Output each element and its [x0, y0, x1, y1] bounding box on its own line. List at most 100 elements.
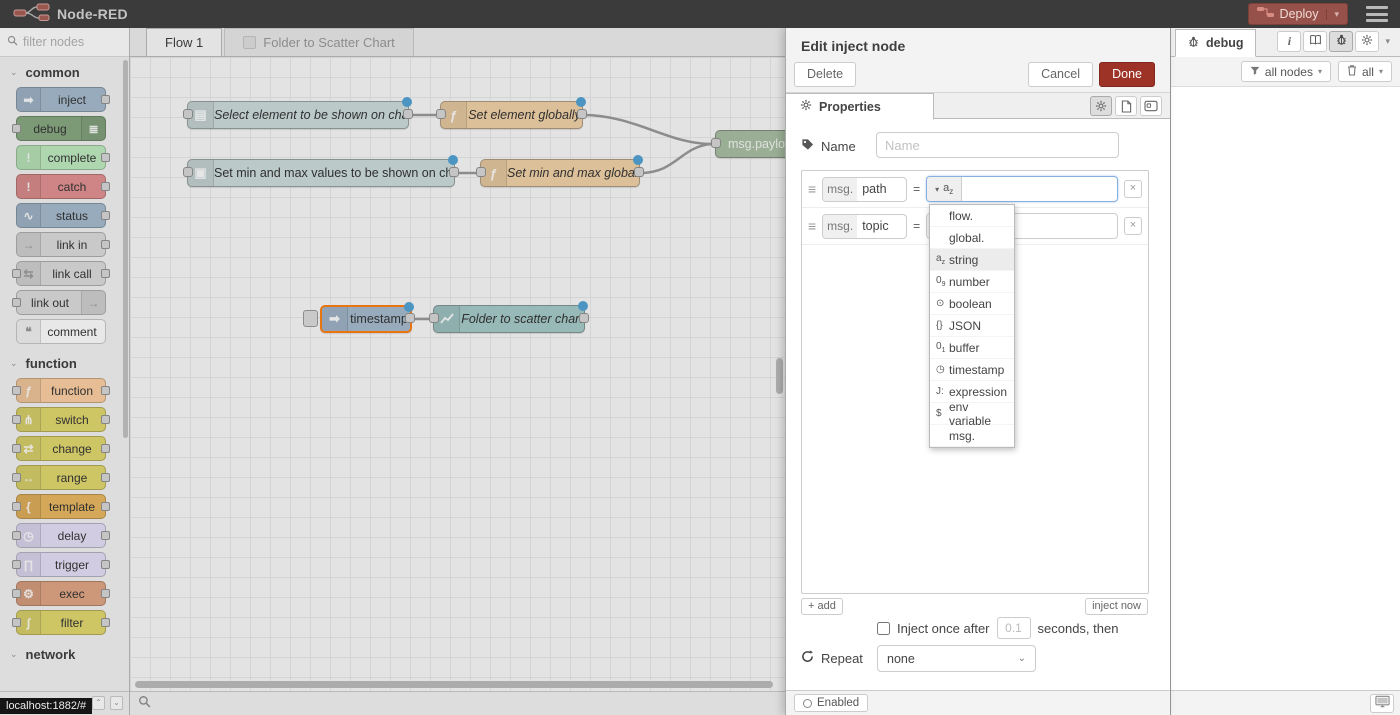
settings-tab-button[interactable] [1355, 31, 1379, 52]
node-port-right[interactable] [101, 444, 110, 453]
node-port-right[interactable] [403, 109, 413, 119]
node-port-right[interactable] [101, 560, 110, 569]
tab-properties[interactable]: Properties [786, 93, 934, 120]
node-port-right[interactable] [101, 182, 110, 191]
inject-button[interactable] [303, 310, 318, 327]
debug-filter-button[interactable]: all nodes ▾ [1241, 61, 1331, 82]
node-port-left[interactable] [12, 531, 21, 540]
node-port-left[interactable] [12, 386, 21, 395]
palette-filter-input[interactable] [23, 35, 122, 49]
drag-handle-icon[interactable]: ≡ [808, 181, 816, 197]
node-port-left[interactable] [711, 138, 721, 148]
palette-node-trigger[interactable]: ∏trigger [16, 552, 106, 577]
deploy-button[interactable]: Deploy ▾ [1248, 3, 1348, 25]
palette-node-range[interactable]: ↔range [16, 465, 106, 490]
remove-row-button[interactable]: × [1124, 180, 1142, 198]
main-menu-button[interactable] [1366, 6, 1388, 22]
palette-node-switch[interactable]: ⋔switch [16, 407, 106, 432]
node-port-left[interactable] [12, 618, 21, 627]
node-port-left[interactable] [12, 589, 21, 598]
flow-node-folder-to-scatter-chart[interactable]: Folder to scatter chart [433, 305, 585, 333]
canvas-horizontal-scrollbar[interactable] [135, 681, 773, 688]
description-view-button[interactable] [1115, 96, 1137, 116]
node-port-left[interactable] [12, 502, 21, 511]
palette-scrollbar[interactable] [123, 60, 128, 438]
name-input[interactable] [876, 132, 1119, 158]
palette-node-filter[interactable]: ∫filter [16, 610, 106, 635]
type-option-timestamp[interactable]: ◷timestamp [930, 359, 1014, 381]
node-port-right[interactable] [101, 211, 110, 220]
properties-view-button[interactable] [1090, 96, 1112, 116]
drag-handle-icon[interactable]: ≡ [808, 218, 816, 234]
flow-node-timestamp[interactable]: ➡timestamp [320, 305, 412, 333]
type-option-number[interactable]: 09number [930, 271, 1014, 293]
flow-node-select-element[interactable]: ▤Select element to be shown on charts [187, 101, 409, 129]
node-port-right[interactable] [101, 386, 110, 395]
node-port-right[interactable] [101, 269, 110, 278]
palette-node-comment[interactable]: ❝comment [16, 319, 106, 344]
node-port-left[interactable] [183, 109, 193, 119]
deploy-options-caret-icon[interactable]: ▾ [1326, 9, 1339, 20]
node-port-left[interactable] [436, 109, 446, 119]
payload-value-input[interactable] [962, 177, 1117, 201]
node-port-right[interactable] [579, 313, 589, 323]
type-option-string[interactable]: azstring [930, 249, 1014, 271]
prop-key-field[interactable]: msg. topic [822, 214, 907, 239]
canvas-vertical-scrollbar[interactable] [776, 358, 783, 394]
node-port-right[interactable] [101, 95, 110, 104]
type-option-boolean[interactable]: ⊙boolean [930, 293, 1014, 315]
open-window-button[interactable] [1370, 694, 1394, 713]
debug-clear-button[interactable]: all ▾ [1338, 61, 1392, 82]
node-port-left[interactable] [12, 269, 21, 278]
delete-button[interactable]: Delete [794, 62, 856, 87]
palette-node-status[interactable]: ∿status [16, 203, 106, 228]
node-enabled-toggle[interactable]: Enabled [794, 694, 868, 712]
node-port-left[interactable] [12, 298, 21, 307]
node-port-right[interactable] [101, 531, 110, 540]
type-option-global[interactable]: global. [930, 227, 1014, 249]
inject-once-checkbox[interactable] [877, 622, 890, 635]
node-port-left[interactable] [12, 415, 21, 424]
palette-node-delay[interactable]: ◷delay [16, 523, 106, 548]
node-port-right[interactable] [101, 502, 110, 511]
palette-node-link-call[interactable]: ⇆link call [16, 261, 106, 286]
type-option-flow[interactable]: flow. [930, 205, 1014, 227]
sidebar-menu-caret-icon[interactable]: ▾ [1381, 36, 1394, 47]
node-port-right[interactable] [634, 167, 644, 177]
node-port-left[interactable] [12, 560, 21, 569]
cancel-button[interactable]: Cancel [1028, 62, 1093, 87]
node-port-right[interactable] [101, 240, 110, 249]
type-option-buffer[interactable]: 01buffer [930, 337, 1014, 359]
tab-debug[interactable]: debug [1175, 29, 1256, 57]
palette-node-link-in[interactable]: →link in [16, 232, 106, 257]
node-port-left[interactable] [183, 167, 193, 177]
expand-all-button[interactable]: ⌄ [110, 696, 123, 710]
node-port-left[interactable] [12, 444, 21, 453]
palette-node-link-out[interactable]: →link out [16, 290, 106, 315]
flow-node-set-min-max[interactable]: ▣Set min and max values to be shown on c… [187, 159, 455, 187]
node-port-right[interactable] [101, 153, 110, 162]
palette-node-function[interactable]: ƒfunction [16, 378, 106, 403]
canvas-search-icon[interactable] [138, 695, 151, 713]
node-port-left[interactable] [429, 313, 439, 323]
palette-category-common[interactable]: ⌄common [0, 57, 129, 87]
node-port-right[interactable] [449, 167, 459, 177]
palette-filter[interactable] [0, 28, 129, 57]
type-select-button[interactable]: ▾ az [927, 177, 962, 201]
palette-node-change[interactable]: ⇄change [16, 436, 106, 461]
tab-flow-1[interactable]: Flow 1 [146, 28, 222, 56]
node-port-left[interactable] [12, 124, 21, 133]
node-port-right[interactable] [405, 313, 415, 323]
palette-node-exec[interactable]: ⚙exec [16, 581, 106, 606]
type-option-env-variable[interactable]: $env variable [930, 403, 1014, 425]
type-option-msg[interactable]: msg. [930, 425, 1014, 447]
node-port-right[interactable] [577, 109, 587, 119]
done-button[interactable]: Done [1099, 62, 1155, 87]
remove-row-button[interactable]: × [1124, 217, 1142, 235]
typed-input-payload[interactable]: ▾ az [926, 176, 1118, 202]
node-port-left[interactable] [476, 167, 486, 177]
palette-node-debug[interactable]: ≣debug [16, 116, 106, 141]
palette-node-inject[interactable]: ➡inject [16, 87, 106, 112]
collapse-all-button[interactable]: ⌃ [92, 696, 105, 710]
info-tab-button[interactable]: i [1277, 31, 1301, 52]
